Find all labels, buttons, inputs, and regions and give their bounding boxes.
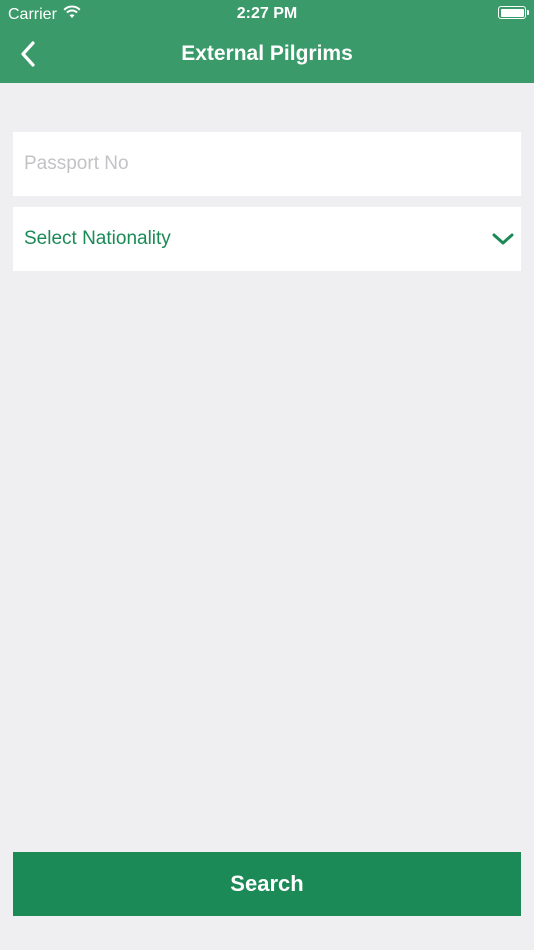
header: Carrier 2:27 PM External Pilgrims (0, 0, 534, 83)
nationality-select[interactable]: Select Nationality (13, 207, 521, 271)
status-time: 2:27 PM (236, 5, 298, 22)
battery-icon (498, 6, 529, 19)
search-button[interactable]: Search (13, 852, 521, 916)
nationality-label: Select Nationality (24, 228, 171, 249)
passport-input[interactable] (13, 132, 521, 196)
page-title: External Pilgrims (181, 42, 353, 65)
nav-bar: External Pilgrims (0, 28, 534, 83)
battery-level (500, 8, 524, 17)
chevron-down-icon (491, 227, 515, 251)
status-bar: Carrier 2:27 PM (0, 0, 534, 28)
screen: Carrier 2:27 PM External Pilgrims Passpo… (0, 0, 534, 950)
passport-field-container (13, 132, 521, 196)
